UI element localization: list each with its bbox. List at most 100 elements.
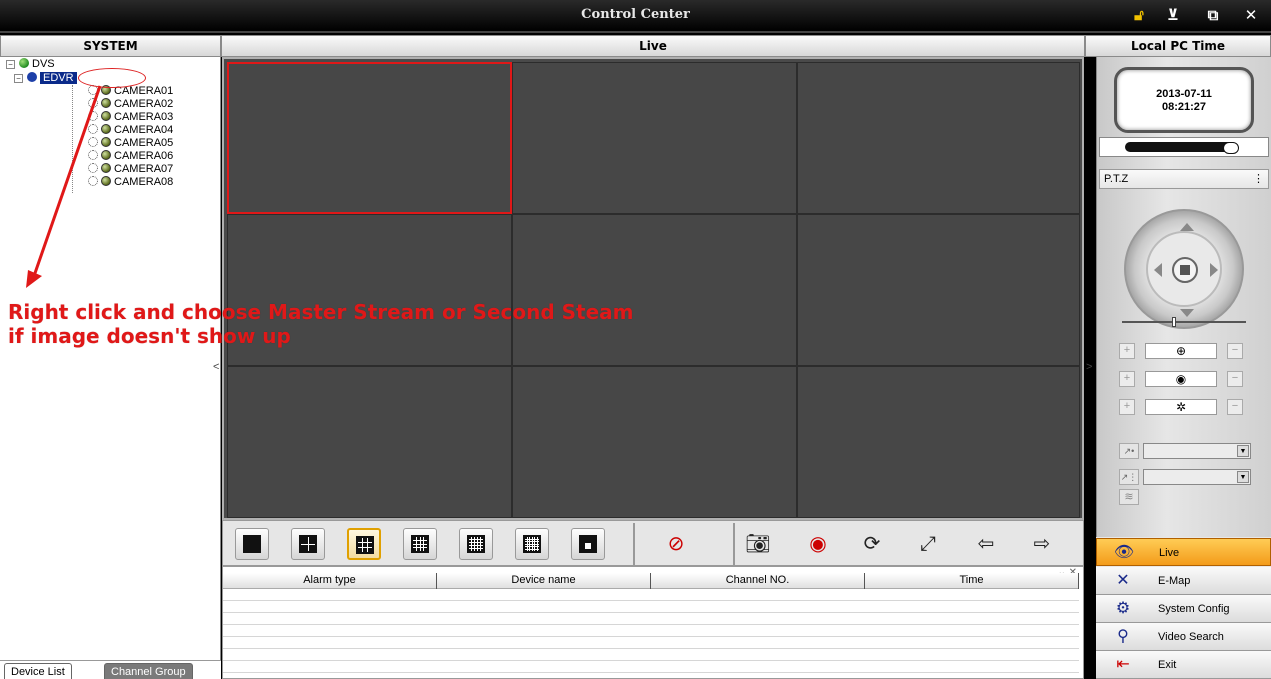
- close-icon[interactable]: ✕: [1238, 6, 1264, 26]
- cruise-icon[interactable]: ↗⋮: [1119, 469, 1139, 485]
- title-bar: Control Center 🔓︎ ⊻ ⧉ ✕: [0, 0, 1271, 33]
- ptz-focus-row: + ◉ −: [1119, 371, 1249, 387]
- tree-root[interactable]: − DVS: [6, 58, 55, 71]
- layout-9-button[interactable]: [347, 528, 381, 560]
- search-video-icon: ⚲: [1117, 628, 1129, 645]
- cycle-icon[interactable]: ⟳: [857, 530, 887, 558]
- zoom-out-button[interactable]: −: [1227, 343, 1243, 359]
- clock-time: 08:21:27: [1161, 101, 1207, 113]
- tab-device-list[interactable]: Device List: [4, 663, 72, 679]
- focus-far-button[interactable]: −: [1227, 371, 1243, 387]
- local-time-display: 2013-07-11 08:21:27: [1114, 67, 1254, 133]
- ptz-header-label: P.T.Z: [1104, 173, 1129, 185]
- map-icon: ✕: [1116, 572, 1130, 589]
- fullscreen-icon[interactable]: ⤢: [913, 530, 943, 558]
- video-cell-7[interactable]: [227, 366, 512, 518]
- alarm-table-header: Alarm type Device name Channel NO. Time: [223, 573, 1079, 589]
- toolbar-separator: [633, 523, 635, 565]
- iris-close-button[interactable]: −: [1227, 399, 1243, 415]
- main-nav: 👁︎ Live ✕ E-Map ⚙ System Config ⚲ Video Sear…: [1096, 537, 1271, 679]
- table-row: [223, 650, 1079, 661]
- tab-channel-group[interactable]: Channel Group: [104, 663, 193, 679]
- collapse-right-arrow[interactable]: >: [1086, 361, 1092, 373]
- lock-icon[interactable]: 🔓︎: [1126, 6, 1152, 26]
- ptz-stop-button[interactable]: [1172, 257, 1198, 283]
- menu-dots-icon[interactable]: ⋮: [1253, 170, 1264, 188]
- camera-label: CAMERA02: [114, 98, 174, 110]
- ptz-header[interactable]: P.T.Z ⋮: [1099, 169, 1269, 189]
- preset-dropdown[interactable]: ▼: [1143, 443, 1251, 459]
- nav-video-search[interactable]: ⚲ Video Search: [1096, 623, 1271, 651]
- table-row: [223, 638, 1079, 649]
- table-row: [223, 590, 1079, 601]
- panel-toggle-bar[interactable]: [1099, 137, 1269, 157]
- ptz-joystick[interactable]: [1124, 209, 1244, 329]
- column-alarm-type[interactable]: Alarm type: [223, 573, 437, 589]
- nav-e-map-label: E-Map: [1158, 575, 1191, 587]
- video-cell-2[interactable]: [512, 62, 797, 214]
- column-device-name[interactable]: Device name: [437, 573, 651, 589]
- stop-preview-icon[interactable]: ◉: [803, 530, 833, 558]
- layout-36-button[interactable]: [515, 528, 549, 560]
- arrow-left-icon[interactable]: [1154, 263, 1162, 277]
- table-row: [223, 626, 1079, 637]
- left-tab-bar: Device List Channel Group: [0, 660, 221, 679]
- zoom-icon: ⊕: [1145, 343, 1217, 359]
- camera-label: CAMERA03: [114, 111, 174, 123]
- alarm-table: ⌄ ✕ Alarm type Device name Channel NO. T…: [222, 566, 1084, 679]
- arrow-down-icon[interactable]: [1180, 309, 1194, 317]
- ptz-speed-slider[interactable]: [1122, 317, 1246, 327]
- camera-label: CAMERA05: [114, 137, 174, 149]
- iris-icon: ✲: [1145, 399, 1217, 415]
- collapse-icon[interactable]: −: [6, 60, 15, 69]
- minimize-icon[interactable]: ⊻: [1160, 6, 1186, 26]
- tree-root-label: DVS: [32, 58, 55, 70]
- annotation-line-1: Right click and choose Master Stream or …: [8, 300, 634, 324]
- layout-1-button[interactable]: [235, 528, 269, 560]
- focus-near-button[interactable]: +: [1119, 371, 1135, 387]
- arrow-up-icon[interactable]: [1180, 223, 1194, 231]
- control-panel: 2013-07-11 08:21:27 P.T.Z ⋮ + ⊕ − + ◉ − …: [1096, 57, 1271, 537]
- cruise-selector: ↗⋮ ▼: [1119, 469, 1251, 485]
- table-row: [223, 662, 1079, 673]
- layout-16-button[interactable]: [403, 528, 437, 560]
- annotation-arrow: [26, 85, 102, 288]
- stop-record-icon[interactable]: ⊘: [661, 530, 691, 558]
- camera-label: CAMERA07: [114, 163, 174, 175]
- zoom-in-button[interactable]: +: [1119, 343, 1135, 359]
- video-cell-8[interactable]: [512, 366, 797, 518]
- video-grid: [222, 57, 1084, 520]
- slider-knob[interactable]: [1172, 317, 1176, 327]
- table-row: [223, 602, 1079, 613]
- video-cell-3[interactable]: [797, 62, 1080, 214]
- snapshot-icon[interactable]: 📷︎: [743, 530, 773, 558]
- chevron-down-icon[interactable]: ▼: [1237, 445, 1249, 457]
- nav-system-config[interactable]: ⚙ System Config: [1096, 595, 1271, 623]
- restore-icon[interactable]: ⧉: [1200, 6, 1226, 26]
- video-cell-9[interactable]: [797, 366, 1080, 518]
- arrow-right-icon[interactable]: [1210, 263, 1218, 277]
- chevron-down-icon[interactable]: ▼: [1237, 471, 1249, 483]
- clock-date: 2013-07-11: [1156, 88, 1212, 100]
- layout-25-button[interactable]: [459, 528, 493, 560]
- nav-video-search-label: Video Search: [1158, 631, 1224, 643]
- collapse-left-arrow[interactable]: <: [213, 361, 219, 373]
- nav-exit[interactable]: ⇤ Exit: [1096, 651, 1271, 679]
- nav-live[interactable]: 👁︎ Live: [1096, 538, 1271, 566]
- nav-e-map[interactable]: ✕ E-Map: [1096, 567, 1271, 595]
- cruise-dropdown[interactable]: ▼: [1143, 469, 1251, 485]
- camera-label: CAMERA08: [114, 176, 174, 188]
- preset-icon[interactable]: ↗•: [1119, 443, 1139, 459]
- column-channel-no[interactable]: Channel NO.: [651, 573, 865, 589]
- live-header: Live: [221, 35, 1085, 57]
- ptz-zoom-row: + ⊕ −: [1119, 343, 1249, 359]
- column-time[interactable]: Time: [865, 573, 1079, 589]
- layout-4-button[interactable]: [291, 528, 325, 560]
- wiper-icon[interactable]: ≋: [1119, 489, 1139, 505]
- video-cell-1[interactable]: [227, 62, 512, 214]
- next-page-icon[interactable]: ⇨: [1027, 530, 1057, 558]
- iris-open-button[interactable]: +: [1119, 399, 1135, 415]
- live-icon: 👁︎: [1113, 544, 1135, 561]
- prev-page-icon[interactable]: ⇦: [971, 530, 1001, 558]
- layout-custom-button[interactable]: [571, 528, 605, 560]
